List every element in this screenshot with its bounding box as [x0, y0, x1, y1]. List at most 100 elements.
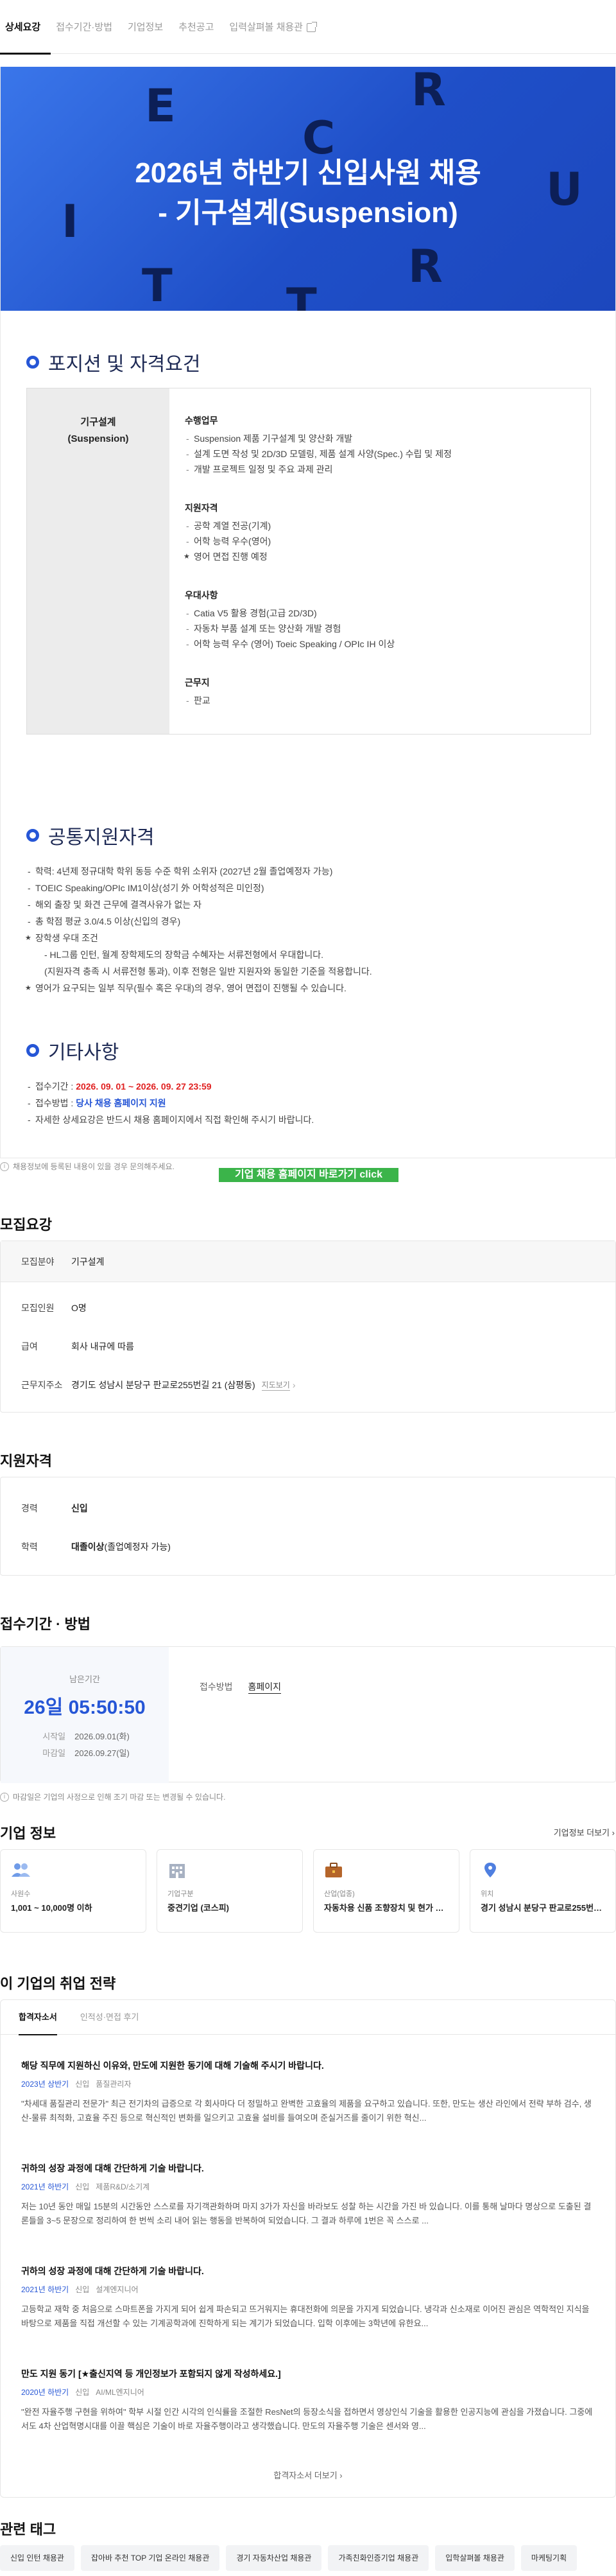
meta-type: 신입	[75, 2080, 90, 2089]
qualification-title: 지원자격	[0, 1453, 52, 1469]
row-value: 경기도 성남시 분당구 판교로255번길 21 (삼평동)	[71, 1380, 255, 1390]
notice-text: 마감일은 기업의 사정으로 인해 조기 마감 또는 변경될 수 있습니다.	[13, 1793, 226, 1802]
apply-homepage-button[interactable]: 기업 채용 홈페이지 바로가기 click	[219, 1168, 398, 1182]
position-section-title: 포지션 및 자격요건	[26, 348, 200, 376]
tab-interview-reviews[interactable]: 인적성·면접 후기	[80, 2000, 139, 2035]
remaining-time: 26일 05:50:50	[24, 1697, 146, 1718]
tags-title: 관련 태그	[0, 2521, 56, 2537]
hero-title: 2026년 하반기 신입사원 채용 - 기구설계(Suspension)	[1, 153, 615, 233]
row-value-extra: (졸업예정자 가능)	[104, 1542, 171, 1552]
remaining-label: 남은기간	[69, 1675, 100, 1684]
requirement-item: Catia V5 활용 경험(고급 2D/3D)	[185, 605, 575, 621]
row-key: 모집분야	[21, 1256, 55, 1267]
info-icon: i	[0, 1792, 9, 1802]
tag-chip[interactable]: 가족친화인증기업 채용관	[328, 2545, 429, 2571]
company-more-link[interactable]: 기업정보 더보기 ›	[554, 1826, 615, 1838]
tab-apply-period[interactable]: 접수기간·방법	[51, 0, 123, 54]
company-card-employees[interactable]: 사원수 1,001 ~ 10,000명 이하	[0, 1849, 146, 1933]
row-key: 학력	[21, 1542, 38, 1552]
hero-deco-letter: T	[286, 279, 317, 311]
other-info: 접수기간 : 2026. 09. 01 ~ 2026. 09. 27 23:59…	[26, 1078, 314, 1128]
row-value: O명	[71, 1303, 87, 1313]
tab-detail[interactable]: 상세요강	[0, 0, 51, 55]
qualification-line: - HL그룹 인턴, 월계 장학제도의 장학금 수혜자는 서류전형에서 우대합니…	[44, 950, 323, 960]
tab-label: 접수기간·방법	[56, 22, 112, 33]
tag-chip[interactable]: 경기 자동차산업 채용관	[226, 2545, 322, 2571]
cover-letter-item[interactable]: 해당 직무에 지원하신 이유와, 만도에 지원한 동기에 대해 기술해 주시기 …	[21, 2059, 599, 2125]
apply-box: 남은기간 26일 05:50:50 시작일 2026.09.01(화) 마감일 20…	[0, 1646, 616, 1783]
cover-letter-item[interactable]: 만도 지원 동기 [★출신지역 등 개인정보가 포함되지 않게 작성하세요.] 2…	[21, 2367, 599, 2433]
more-label: 합격자소서 더보기	[273, 2471, 338, 2480]
tab-recruit-hall[interactable]: 입력살펴볼 채용관	[224, 0, 326, 54]
hero-banner: E R C I U T R T 2026년 하반기 신입사원 채용 - 기구설계(…	[1, 67, 615, 311]
card-key: 산업(업종)	[324, 1890, 355, 1898]
bullet-circle-icon	[26, 1044, 39, 1057]
start-value: 2026.09.01(화)	[74, 1732, 130, 1741]
related-tags: 신입 인턴 채용관 잡아바 추천 TOP 기업 온라인 채용관 경기 자동차산업 채…	[0, 2545, 578, 2571]
tab-label: 기업정보	[128, 22, 164, 33]
role-cell: 기구설계 (Suspension)	[27, 388, 169, 734]
tag-chip[interactable]: 마케팅기획	[520, 2545, 578, 2571]
requirement-group: 우대사항 Catia V5 활용 경험(고급 2D/3D)자동차 부품 설계 또는…	[185, 587, 575, 652]
role-details: 수행업무 Suspension 제품 기구설계 및 양산화 개발설계 도면 작성 …	[169, 388, 590, 734]
notice-text: 채용정보에 등록된 내용이 있을 경우 문의해주세요.	[13, 1162, 175, 1171]
strategy-title: 이 기업의 취업 전략	[0, 1976, 116, 1992]
row-key: 급여	[21, 1341, 38, 1352]
homepage-link[interactable]: 홈페이지	[248, 1680, 282, 1694]
cover-letter-item[interactable]: 귀하의 성장 과정에 대해 간단하게 기술 바랍니다. 2021년 하반기 신입 제품…	[21, 2162, 599, 2228]
meta-type: 신입	[75, 2182, 90, 2191]
requirement-group: 근무지판교	[185, 675, 575, 708]
hero-deco-letter: T	[142, 259, 173, 311]
answer-meta: 2021년 하반기 신입 설계엔지니어	[21, 2284, 599, 2295]
cover-letter-more-link[interactable]: 합격자소서 더보기 ›	[1, 2469, 615, 2481]
chevron-right-icon: ›	[292, 1380, 296, 1390]
tab-cover-letters[interactable]: 합격자소서	[19, 2000, 57, 2035]
answer-meta: 2021년 하반기 신입 제품R&D/소기계	[21, 2181, 599, 2192]
qualification-row: 경력 신입	[1, 1489, 615, 1527]
period-label: 접수기간 :	[35, 1081, 76, 1092]
company-card-location[interactable]: 위치 경기 성남시 분당구 판교로255번길 21	[470, 1849, 616, 1933]
company-card-industry[interactable]: 산업(업종) 자동차용 신품 조향장치 및 현가 장치 제조업	[313, 1849, 459, 1933]
role-name: 기구설계	[80, 417, 116, 428]
common-section-title: 공통지원자격	[26, 821, 155, 849]
company-card-type[interactable]: 기업구분 중견기업 (코스피)	[157, 1849, 303, 1933]
qualification-line: 총 학점 평균 3.0/4.5 이상(신입의 경우)	[26, 913, 591, 930]
more-label: 기업정보 더보기	[553, 1828, 610, 1838]
detail-tabs: 상세요강 접수기간·방법 기업정보 추천공고 입력살펴볼 채용관	[0, 0, 616, 55]
hero-deco-letter: R	[408, 240, 443, 293]
row-value: 기구설계	[71, 1256, 105, 1267]
external-link-icon	[306, 21, 317, 32]
card-key: 사원수	[11, 1890, 31, 1898]
tag-chip[interactable]: 신입 인턴 채용관	[0, 2545, 74, 2571]
tag-chip[interactable]: 잡아바 추천 TOP 기업 온라인 채용관	[80, 2545, 220, 2571]
meta-role: 설계엔지니어	[96, 2285, 139, 2294]
start-label: 시작일	[42, 1732, 66, 1741]
requirement-group-title: 우대사항	[185, 590, 218, 600]
meta-year: 2021년 하반기	[21, 2182, 69, 2191]
qualification-row: 학력 대졸이상 (졸업예정자 가능)	[1, 1527, 615, 1566]
answer-excerpt: "완전 자율주행 구현을 위하여" 학부 시절 인간 시각의 인식률을 조절한 …	[21, 2407, 593, 2431]
cover-letter-item[interactable]: 귀하의 성장 과정에 대해 간단하게 기술 바랍니다. 2021년 하반기 신입 설계…	[21, 2265, 599, 2331]
company-cards: 사원수 1,001 ~ 10,000명 이하 기업구분 중견기업 (코스피) 산…	[0, 1849, 616, 1933]
requirement-item: 자동차 부품 설계 또는 양산화 개발 경험	[185, 621, 575, 636]
requirement-group: 지원자격공학 계열 전공(기계)어학 능력 우수(영어)영어 면접 진행 예정	[184, 500, 575, 564]
tab-company-info[interactable]: 기업정보	[123, 0, 173, 54]
tab-recommended[interactable]: 추천공고	[173, 0, 224, 54]
card-value: 경기 성남시 분당구 판교로255번길 21	[481, 1903, 605, 1913]
meta-year: 2021년 하반기	[21, 2285, 69, 2294]
chevron-right-icon: ›	[612, 1828, 615, 1838]
tag-chip[interactable]: 입학살펴볼 채용관	[435, 2545, 515, 2571]
requirement-item: 설계 도면 작성 및 2D/3D 모델링, 제품 설계 사양(Spec.) 수립…	[185, 446, 575, 462]
row-value: 대졸이상	[71, 1542, 105, 1552]
requirement-item: 어학 능력 우수(영어)	[185, 534, 575, 549]
section-title-text: 포지션 및 자격요건	[48, 354, 201, 375]
strategy-box: 합격자소서 인적성·면접 후기 해당 직무에 지원하신 이유와, 만도에 지원한…	[0, 1999, 616, 2498]
meta-role: 품질관리자	[96, 2080, 132, 2089]
method-label: 접수방법 :	[35, 1098, 76, 1108]
map-link[interactable]: 지도보기	[261, 1379, 290, 1391]
meta-role: AI/ML엔지니어	[96, 2388, 144, 2397]
end-date-row: 마감일 2026.09.27(일)	[1, 1745, 169, 1762]
end-value: 2026.09.27(일)	[74, 1748, 130, 1758]
section-title-text: 공통지원자격	[48, 827, 155, 848]
meta-type: 신입	[75, 2388, 90, 2397]
